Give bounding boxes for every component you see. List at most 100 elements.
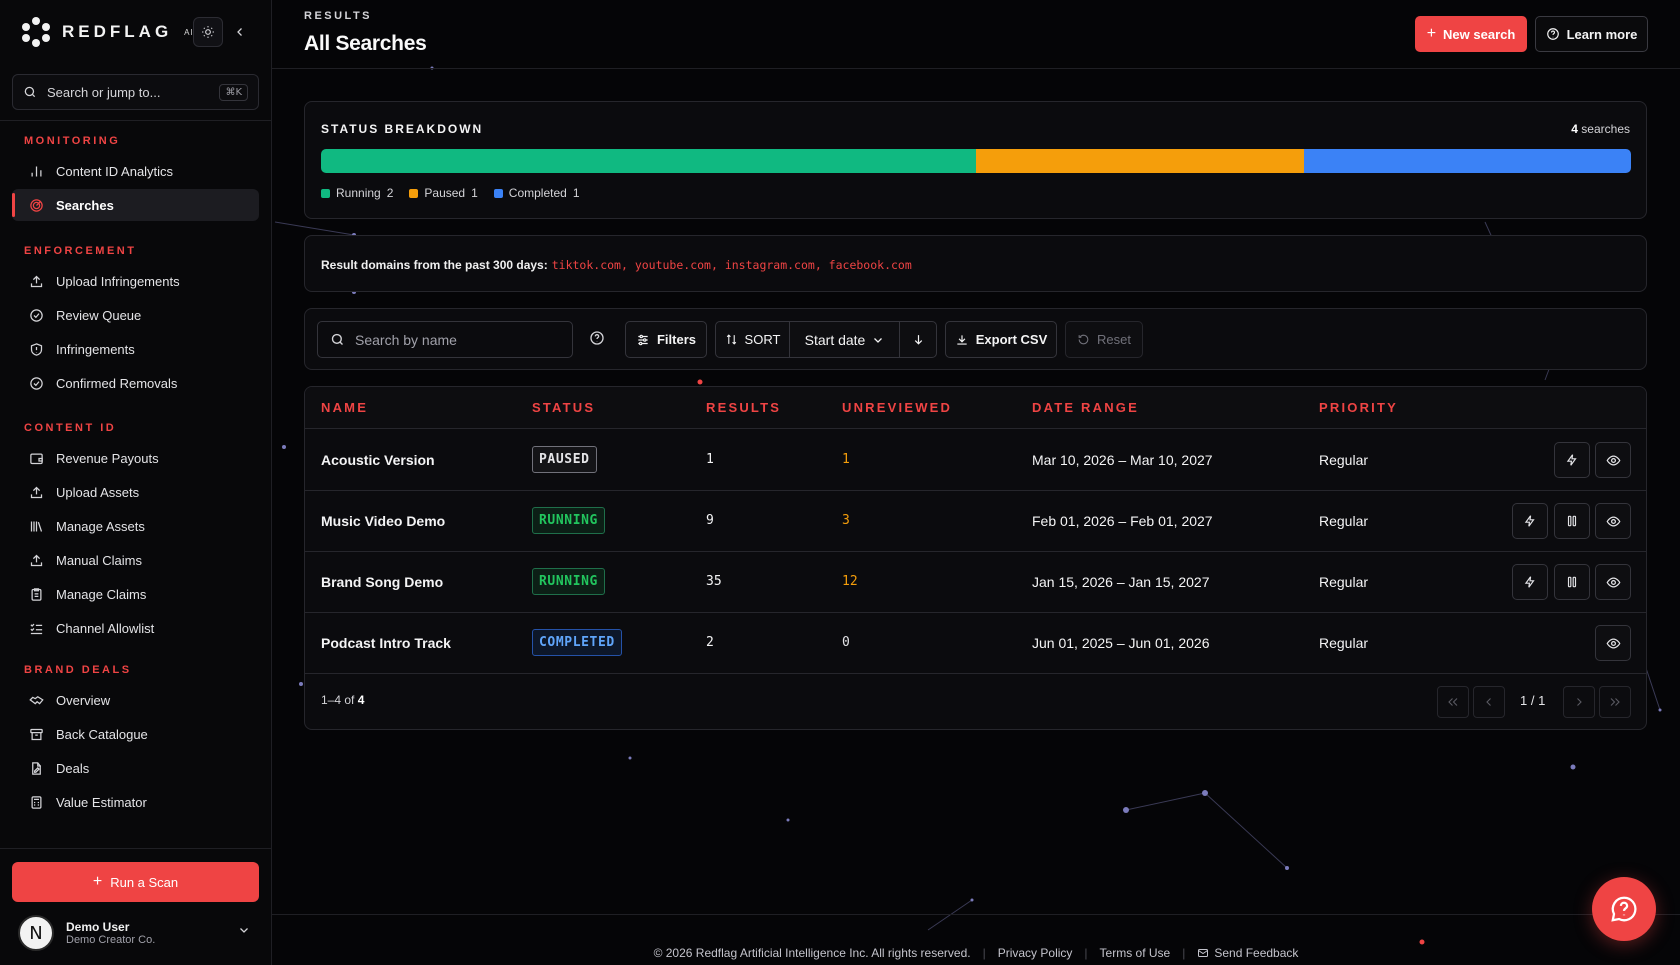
run-scan-button[interactable]: + Run a Scan: [12, 862, 259, 902]
run-now-button[interactable]: [1512, 564, 1548, 600]
brand-name: REDFLAG: [62, 22, 173, 41]
view-button[interactable]: [1595, 442, 1631, 478]
collapse-sidebar-button[interactable]: [230, 20, 250, 44]
brand[interactable]: REDFLAG AI: [20, 16, 194, 48]
row-unreviewed: 1: [842, 452, 850, 467]
pause-button[interactable]: [1554, 564, 1590, 600]
learn-more-button[interactable]: Learn more: [1535, 16, 1648, 52]
search-count: 4 searches: [1571, 122, 1630, 136]
chevron-right-icon: [1577, 698, 1582, 706]
pagination-range-total: 4: [357, 693, 365, 707]
view-button[interactable]: [1595, 503, 1631, 539]
sidebar-item-searches[interactable]: Searches: [12, 189, 259, 221]
export-csv-button[interactable]: Export CSV: [945, 321, 1057, 358]
sidebar-item-content-id-analytics[interactable]: Content ID Analytics: [12, 155, 259, 187]
sidebar-item-channel-allowlist[interactable]: Channel Allowlist: [12, 612, 259, 644]
nav-heading: BRAND DEALS: [24, 664, 132, 676]
sidebar-item-label: Revenue Payouts: [56, 450, 159, 466]
sort-arrows-icon: [726, 334, 736, 345]
sidebar-item-infringements[interactable]: Infringements: [12, 333, 259, 365]
sort-field-select[interactable]: Start date: [790, 322, 900, 357]
help-circle-icon: [1546, 28, 1559, 40]
sidebar-item-manual-claims[interactable]: Manual Claims: [12, 544, 259, 576]
result-domains-card: Result domains from the past 300 days: ti…: [304, 235, 1647, 292]
sidebar-item-manage-claims[interactable]: Manage Claims: [12, 578, 259, 610]
search-count-suffix: searches: [1581, 122, 1630, 136]
new-search-button[interactable]: + New search: [1415, 16, 1527, 52]
next-page-button[interactable]: [1563, 686, 1595, 718]
run-now-button[interactable]: [1512, 503, 1548, 539]
download-icon: [957, 334, 967, 345]
status-bar-segment-running: [321, 149, 976, 173]
sidebar-item-confirmed-removals[interactable]: Confirmed Removals: [12, 367, 259, 399]
sidebar-item-upload-infringements[interactable]: Upload Infringements: [12, 265, 259, 297]
sort-label-button[interactable]: SORT: [716, 322, 790, 357]
row-results: 35: [706, 574, 722, 589]
row-name[interactable]: Music Video Demo: [321, 513, 445, 529]
terms-of-use-link[interactable]: Terms of Use: [1100, 946, 1171, 960]
column-header-name[interactable]: NAME: [321, 400, 368, 415]
sidebar-item-back-catalogue[interactable]: Back Catalogue: [12, 718, 259, 750]
table-row[interactable]: Acoustic Version PAUSED 1 1 Mar 10, 2026…: [305, 430, 1646, 491]
upload-icon: [28, 273, 44, 289]
privacy-policy-link[interactable]: Privacy Policy: [998, 946, 1073, 960]
view-button[interactable]: [1595, 625, 1631, 661]
run-now-button[interactable]: [1554, 442, 1590, 478]
pause-button[interactable]: [1554, 503, 1590, 539]
sidebar-item-manage-assets[interactable]: Manage Assets: [12, 510, 259, 542]
nav-heading: MONITORING: [24, 135, 121, 147]
theme-toggle-button[interactable]: [193, 17, 223, 47]
column-header-unreviewed[interactable]: UNREVIEWED: [842, 400, 952, 415]
footer-separator: |: [982, 946, 986, 960]
search-by-name-input[interactable]: Search by name: [317, 321, 573, 358]
footer-separator: |: [1084, 946, 1088, 960]
first-page-button[interactable]: [1437, 686, 1469, 718]
table-row[interactable]: Brand Song Demo RUNNING 35 12 Jan 15, 20…: [305, 552, 1646, 613]
user-menu[interactable]: N Demo User Demo Creator Co.: [18, 910, 258, 956]
sidebar-item-review-queue[interactable]: Review Queue: [12, 299, 259, 331]
global-search-input[interactable]: Search or jump to... ⌘K: [12, 74, 259, 110]
plus-icon: +: [92, 873, 103, 890]
sidebar-item-upload-assets[interactable]: Upload Assets: [12, 476, 259, 508]
sidebar-item-revenue-payouts[interactable]: Revenue Payouts: [12, 442, 259, 474]
filters-button[interactable]: Filters: [625, 321, 707, 358]
send-feedback-link[interactable]: Send Feedback: [1197, 946, 1298, 960]
column-header-date-range[interactable]: DATE RANGE: [1032, 400, 1139, 415]
row-unreviewed: 12: [842, 574, 858, 589]
view-button[interactable]: [1595, 564, 1631, 600]
page-eyebrow: RESULTS: [304, 10, 373, 22]
row-name[interactable]: Podcast Intro Track: [321, 635, 451, 651]
column-header-priority[interactable]: PRIORITY: [1319, 400, 1398, 415]
reset-button[interactable]: Reset: [1065, 321, 1143, 358]
previous-page-button[interactable]: [1473, 686, 1505, 718]
sort-direction-button[interactable]: [900, 322, 936, 357]
chevrons-left-icon: [1448, 698, 1458, 706]
column-header-status[interactable]: STATUS: [532, 400, 595, 415]
sidebar-item-value-estimator[interactable]: Value Estimator: [12, 786, 259, 818]
copyright-text: © 2026 Redflag Artificial Intelligence I…: [653, 946, 971, 960]
export-csv-label: Export CSV: [975, 332, 1048, 347]
help-chat-button[interactable]: [1592, 877, 1656, 941]
arrow-down-icon: [914, 335, 922, 345]
row-date-range: Mar 10, 2026 – Mar 10, 2027: [1032, 452, 1213, 468]
table-row[interactable]: Podcast Intro Track COMPLETED 2 0 Jun 01…: [305, 613, 1646, 674]
table-row[interactable]: Music Video Demo RUNNING 9 3 Feb 01, 202…: [305, 491, 1646, 552]
sidebar-item-deals[interactable]: Deals: [12, 752, 259, 784]
row-name[interactable]: Brand Song Demo: [321, 574, 443, 590]
bar-chart-icon: [28, 163, 44, 179]
sidebar-item-overview[interactable]: Overview: [12, 684, 259, 716]
clipboard-icon: [28, 586, 44, 602]
chevron-down-icon: [240, 928, 248, 933]
library-icon: [28, 518, 44, 534]
sidebar-divider: [0, 120, 271, 121]
column-header-results[interactable]: RESULTS: [706, 400, 781, 415]
row-name[interactable]: Acoustic Version: [321, 452, 435, 468]
last-page-button[interactable]: [1599, 686, 1631, 718]
nav-section-content-id: CONTENT ID Revenue Payouts Upload Assets…: [0, 418, 271, 646]
radar-icon: [28, 197, 44, 213]
search-help-button[interactable]: [589, 330, 605, 346]
legend-label: Running: [336, 186, 381, 200]
table-header: NAME STATUS RESULTS UNREVIEWED DATE RANG…: [305, 387, 1646, 429]
wallet-icon: [28, 450, 44, 466]
nav-heading: ENFORCEMENT: [24, 245, 137, 257]
